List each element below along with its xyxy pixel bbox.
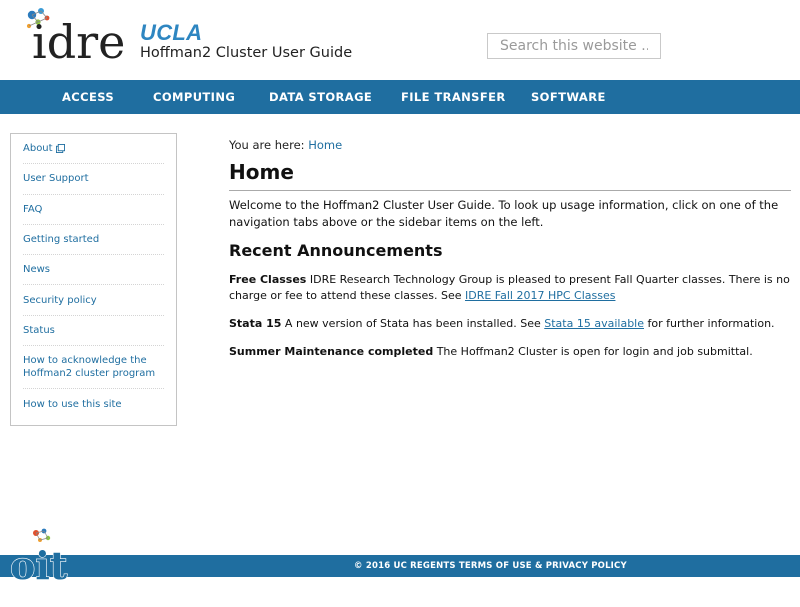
site-header: idre UCLA Hoffman2 Cluster User Guide (0, 0, 800, 80)
breadcrumb-prefix: You are here: (229, 138, 305, 152)
site-branding: UCLA Hoffman2 Cluster User Guide (140, 22, 352, 62)
announcement-heading: Stata 15 (229, 317, 282, 330)
main-content: You are here: Home Home Welcome to the H… (229, 138, 791, 360)
nav-software[interactable]: SOFTWARE (531, 80, 606, 114)
search-input[interactable] (487, 33, 661, 59)
breadcrumb: You are here: Home (229, 138, 791, 152)
main-nav: ACCESS COMPUTING DATA STORAGE FILE TRANS… (0, 80, 800, 114)
sidebar-item-security-policy[interactable]: Security policy (23, 285, 164, 316)
sidebar-item-label: Getting started (23, 234, 100, 246)
announcement-link[interactable]: Stata 15 available (544, 317, 644, 330)
announcement-heading: Free Classes (229, 273, 307, 286)
sidebar-item-label: Status (23, 324, 55, 336)
nav-file-transfer[interactable]: FILE TRANSFER (401, 80, 506, 114)
external-link-icon (55, 144, 65, 154)
announcement-item: Summer Maintenance completed The Hoffman… (229, 344, 791, 360)
intro-text: Welcome to the Hoffman2 Cluster User Gui… (229, 198, 779, 229)
announcements-title: Recent Announcements (229, 241, 443, 260)
sidebar-item-label: User Support (23, 173, 89, 185)
sidebar-item-label: News (23, 264, 51, 276)
sidebar-item-label: FAQ (23, 203, 43, 215)
sidebar-item-about[interactable]: About (23, 134, 164, 165)
nav-access[interactable]: ACCESS (62, 80, 114, 114)
idre-logo-graphic: idre (26, 8, 125, 66)
announcement-text-after: for further information. (644, 317, 775, 330)
sidebar-item-label: How to use this site (23, 398, 122, 410)
idre-logo-text: idre (32, 15, 125, 66)
sidebar-item-news[interactable]: News (23, 255, 164, 286)
sidebar-item-status[interactable]: Status (23, 316, 164, 347)
announcement-item: Free Classes IDRE Research Technology Gr… (229, 272, 791, 304)
nav-computing[interactable]: COMPUTING (153, 80, 235, 114)
sidebar-item-faq[interactable]: FAQ (23, 195, 164, 225)
sidebar-item-how-to-use[interactable]: How to use this site (23, 389, 164, 419)
announcement-item: Stata 15 A new version of Stata has been… (229, 316, 791, 332)
sidebar-item-label: About (23, 143, 53, 155)
site-subtitle[interactable]: Hoffman2 Cluster User Guide (140, 45, 352, 61)
sidebar: About User Support FAQ Getting started N… (10, 133, 177, 426)
announcement-link[interactable]: IDRE Fall 2017 HPC Classes (465, 289, 615, 302)
announcement-text: The Hoffman2 Cluster is open for login a… (433, 345, 753, 358)
idre-logo[interactable]: idre (24, 6, 136, 66)
sidebar-item-user-support[interactable]: User Support (23, 164, 164, 195)
ucla-brand[interactable]: UCLA (140, 22, 352, 44)
sidebar-item-acknowledge[interactable]: How to acknowledge the Hoffman2 cluster … (23, 346, 164, 390)
footer-copyright[interactable]: © 2016 UC REGENTS TERMS OF USE & PRIVACY… (354, 555, 627, 577)
breadcrumb-home-link[interactable]: Home (308, 138, 342, 152)
announcement-text: A new version of Stata has been installe… (281, 317, 545, 330)
site-footer: © 2016 UC REGENTS TERMS OF USE & PRIVACY… (72, 555, 800, 577)
oit-logo-graphic: oit (9, 528, 68, 585)
oit-logo[interactable]: oit (8, 527, 78, 585)
announcement-heading: Summer Maintenance completed (229, 345, 434, 358)
oit-logo-text: oit (10, 543, 68, 585)
sidebar-item-label: How to acknowledge the Hoffman2 cluster … (23, 355, 156, 380)
page-title: Home (229, 160, 791, 191)
sidebar-item-label: Security policy (23, 294, 97, 306)
sidebar-item-getting-started[interactable]: Getting started (23, 225, 164, 256)
nav-data-storage[interactable]: DATA STORAGE (269, 80, 372, 114)
